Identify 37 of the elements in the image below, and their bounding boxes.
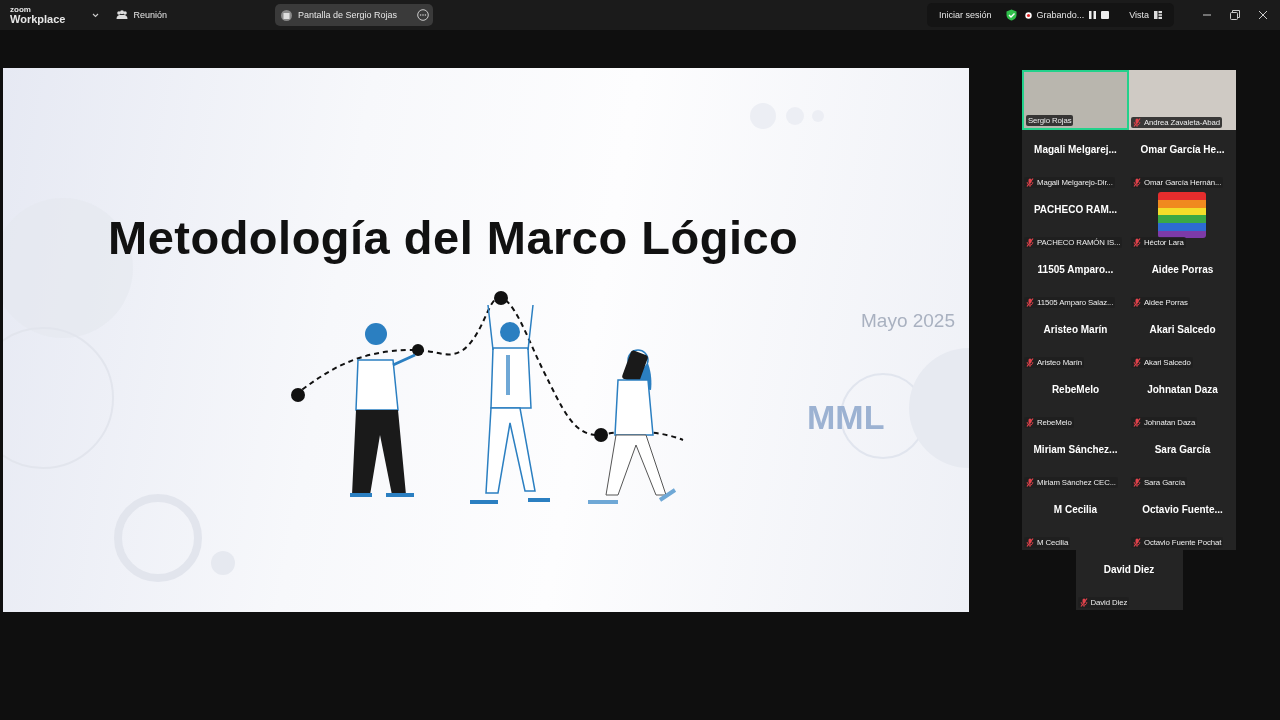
participant-display-name: Miriam Sánchez... — [1032, 444, 1119, 455]
screen-share-pill[interactable]: Pantalla de Sergio Rojas — [274, 4, 433, 26]
more-icon[interactable] — [416, 9, 429, 21]
brand-logo-small: zoom — [10, 5, 32, 14]
avatar-icon — [280, 9, 292, 21]
slide-acronym: MML — [807, 398, 885, 437]
participant-display-name: Octavio Fuente... — [1141, 504, 1224, 515]
participant-display-name: Omar García He... — [1139, 144, 1226, 155]
participant-display-name: Magali Melgarej... — [1033, 144, 1118, 155]
restore-icon[interactable] — [1230, 10, 1240, 20]
participant-display-name: Sara García — [1153, 444, 1212, 455]
participant-display-name: 11505 Amparo... — [1036, 264, 1115, 275]
slide-date: Mayo 2025 — [861, 310, 955, 332]
participant-display-name: Johnatan Daza — [1146, 384, 1219, 395]
stop-icon[interactable] — [1101, 11, 1110, 19]
grid-layout-icon[interactable] — [1154, 11, 1162, 19]
meeting-label[interactable]: Reunión — [133, 10, 167, 20]
people-icon — [116, 9, 129, 21]
view-menu[interactable]: Vista — [1129, 10, 1149, 20]
close-icon[interactable] — [1258, 10, 1268, 20]
participant-display-name: Aristeo Marín — [1042, 324, 1109, 335]
slide-title: Metodología del Marco Lógico — [108, 210, 799, 265]
participant-display-name: PACHECO RAM... — [1032, 204, 1119, 215]
recording-dot-icon — [1024, 11, 1032, 19]
brand-logo: Workplace — [10, 13, 66, 25]
participant-display-name: RebeMelo — [1050, 384, 1101, 395]
pause-icon[interactable] — [1089, 11, 1097, 19]
recording-status: Grabando... — [1036, 10, 1085, 20]
sign-in-link[interactable]: Iniciar sesión — [939, 10, 992, 20]
chevron-down-icon[interactable] — [92, 12, 100, 18]
shield-check-icon[interactable] — [1005, 9, 1017, 21]
participant-display-name: Akari Salcedo — [1148, 324, 1217, 335]
participant-display-name: Aidee Porras — [1150, 264, 1215, 275]
participant-display-name: David Diez — [1102, 564, 1156, 575]
participant-display-name: M Cecilia — [1052, 504, 1099, 515]
avatar-image — [1158, 192, 1206, 238]
screen-share-label: Pantalla de Sergio Rojas — [297, 10, 399, 20]
